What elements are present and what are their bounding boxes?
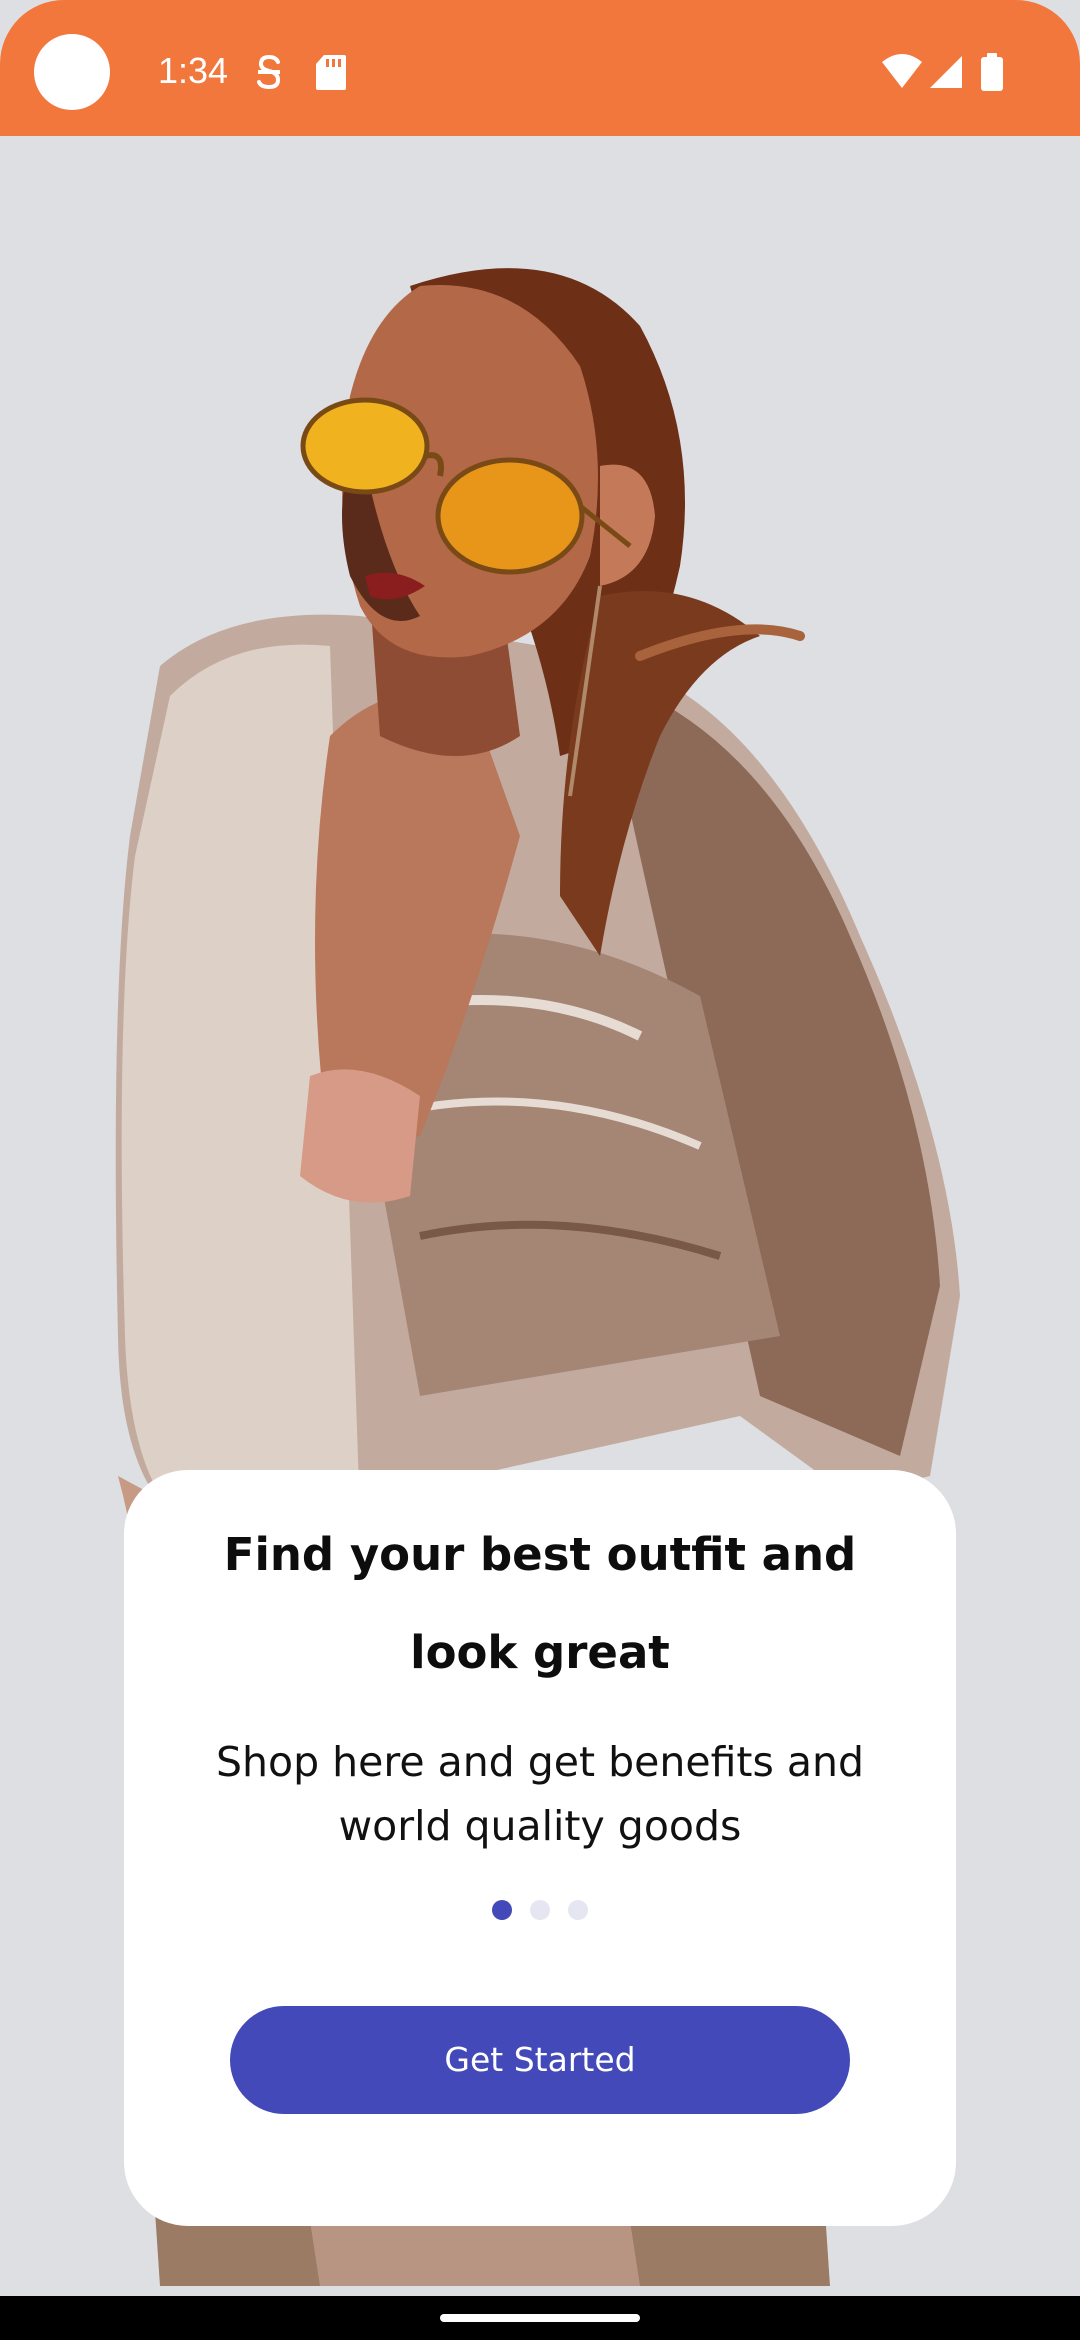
wifi-icon — [882, 54, 922, 88]
camera-dot — [34, 34, 110, 110]
onboarding-screen: 1:34 Find your best outfit and look grea… — [0, 0, 1080, 2340]
sd-card-icon — [316, 55, 346, 90]
onboarding-title: Find your best outfit and look great — [223, 1528, 857, 1679]
get-started-button[interactable]: Get Started — [230, 2006, 850, 2114]
s-notification-icon — [257, 54, 281, 90]
onboarding-subtitle: Shop here and get benefits and world qua… — [216, 1738, 864, 1850]
home-gesture-handle[interactable] — [440, 2314, 640, 2322]
page-indicator-dot-3[interactable] — [568, 1900, 588, 1920]
battery-icon — [981, 53, 1003, 91]
page-indicator-dot-1[interactable] — [492, 1900, 512, 1920]
status-bar: 1:34 — [0, 0, 1080, 136]
system-navigation-bar — [0, 2296, 1080, 2340]
cell-signal-icon — [930, 56, 962, 88]
status-time: 1:34 — [158, 50, 229, 91]
page-indicator-dot-2[interactable] — [530, 1900, 550, 1920]
